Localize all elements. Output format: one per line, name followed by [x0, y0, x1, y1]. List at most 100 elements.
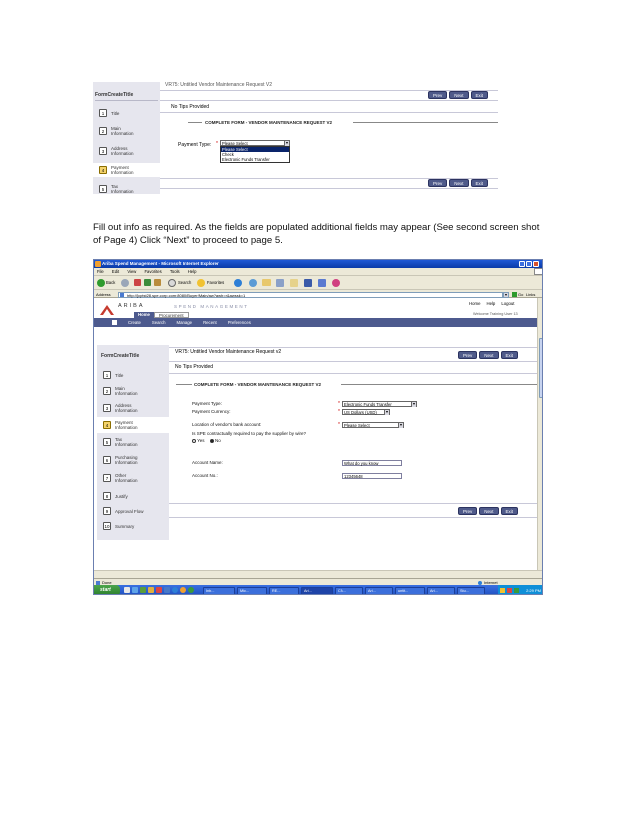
payment-type-dropdown[interactable]: Electronic Funds Transfer ▼ [342, 401, 417, 407]
history-icon[interactable] [249, 279, 257, 287]
task-button[interactable]: Ari... [427, 586, 455, 594]
step-payment-information[interactable]: 4 Payment Information [99, 165, 145, 175]
chevron-down-icon[interactable]: ▼ [411, 402, 416, 407]
menu-favorites[interactable]: Favorites [145, 269, 162, 274]
step-tax-information[interactable]: 5 Tax Information [103, 437, 145, 447]
step-purchasing-information[interactable]: 6 Purchasing Information [103, 455, 149, 465]
menu-view[interactable]: View [127, 269, 136, 274]
prev-button[interactable]: Prev [428, 179, 448, 187]
tray-icon[interactable] [507, 588, 512, 593]
account-name-input[interactable]: What do you know [342, 460, 402, 466]
menu-file[interactable]: File [97, 269, 104, 274]
task-button[interactable]: RE... [269, 586, 299, 594]
menu-edit[interactable]: Edit [112, 269, 119, 274]
step-title[interactable]: 1 Title [99, 109, 119, 117]
step-title[interactable]: 1 Title [103, 371, 123, 379]
quicklaunch-icon[interactable] [124, 587, 130, 593]
print-icon[interactable] [276, 279, 284, 287]
back-arrow-icon[interactable] [97, 279, 105, 287]
scrollbar-thumb[interactable] [539, 338, 542, 398]
stop-icon[interactable] [134, 279, 141, 286]
links-button[interactable]: Links [526, 291, 535, 298]
task-button[interactable]: Cl\... [335, 586, 363, 594]
quicklaunch-icon[interactable] [148, 587, 154, 593]
quicklaunch-icon[interactable] [164, 587, 170, 593]
dashboard-icon[interactable] [112, 320, 117, 325]
discuss-icon[interactable] [304, 279, 312, 287]
messenger-icon[interactable] [318, 279, 326, 287]
minimize-icon[interactable] [519, 261, 525, 267]
step-main-information[interactable]: 2 Main Information [103, 386, 147, 396]
nav-search[interactable]: Search [152, 318, 166, 327]
favorites-label[interactable]: Favorites [207, 280, 224, 286]
next-button[interactable]: Next [479, 507, 499, 515]
next-button[interactable]: Next [479, 351, 499, 359]
home-icon[interactable] [154, 279, 161, 286]
address-dropdown-icon[interactable]: ▼ [503, 291, 509, 298]
help-link[interactable]: Help [486, 301, 495, 306]
task-button[interactable]: Inb... [203, 586, 235, 594]
quicklaunch-icon[interactable] [188, 587, 194, 593]
nav-manage[interactable]: Manage [177, 318, 193, 327]
next-button[interactable]: Next [449, 91, 469, 99]
search-icon[interactable] [168, 279, 176, 287]
nav-create[interactable]: Create [128, 318, 141, 327]
exit-button[interactable]: Exit [470, 91, 489, 99]
quicklaunch-icon[interactable] [156, 587, 162, 593]
chevron-down-icon[interactable]: ▼ [384, 410, 389, 415]
start-button[interactable]: start [94, 585, 120, 594]
chevron-down-icon[interactable]: ▼ [398, 423, 403, 428]
task-button[interactable]: Stu... [457, 586, 485, 594]
back-label[interactable]: Back [106, 280, 115, 286]
wire-yes-radio[interactable] [192, 438, 196, 443]
prev-button[interactable]: Prev [458, 351, 478, 359]
account-no-input[interactable]: 12345648 [342, 473, 402, 479]
tray-icon[interactable] [500, 588, 505, 593]
menu-tools[interactable]: Tools [170, 269, 180, 274]
exit-button[interactable]: Exit [470, 179, 489, 187]
bank-location-dropdown[interactable]: Please Select ▼ [342, 422, 404, 428]
logout-link[interactable]: Logout [501, 301, 514, 306]
exit-button[interactable]: Exit [500, 507, 519, 515]
step-address-information[interactable]: 3 Address Information [99, 146, 145, 156]
forward-arrow-icon[interactable] [121, 279, 129, 287]
task-button[interactable]: Mic... [237, 586, 267, 594]
address-input[interactable]: http://[cptst28.spe.corp.com:8080/Buyer/… [118, 291, 503, 298]
home-link[interactable]: Home [469, 301, 480, 306]
payment-currency-dropdown[interactable]: US Dollars (USD) ▼ [342, 409, 390, 415]
dropdown-option[interactable]: Electronic Funds Transfer [221, 157, 289, 162]
mail-icon[interactable] [262, 279, 271, 286]
next-button[interactable]: Next [449, 179, 469, 187]
step-summary[interactable]: 10 Summary [103, 522, 134, 530]
task-button[interactable]: Ari... [365, 586, 393, 594]
step-tax-information[interactable]: 5 Tax Information [99, 184, 141, 194]
nav-recent[interactable]: Recent [203, 318, 217, 327]
close-icon[interactable] [533, 261, 539, 267]
tray-icon[interactable] [514, 588, 519, 593]
prev-button[interactable]: Prev [458, 507, 478, 515]
nav-preferences[interactable]: Preferences [228, 318, 251, 327]
task-button[interactable]: untit... [395, 586, 425, 594]
horizontal-scrollbar[interactable] [94, 570, 542, 578]
step-other-information[interactable]: 7 Other Information [103, 473, 145, 483]
exit-button[interactable]: Exit [500, 351, 519, 359]
quicklaunch-icon[interactable] [140, 587, 146, 593]
favorites-star-icon[interactable] [197, 279, 205, 287]
maximize-icon[interactable] [526, 261, 532, 267]
task-button-active[interactable]: Ari... [301, 586, 333, 594]
prev-button[interactable]: Prev [428, 91, 448, 99]
search-label[interactable]: Search [178, 280, 191, 286]
menu-help[interactable]: Help [188, 269, 197, 274]
step-address-information[interactable]: 3 Address Information [103, 403, 149, 413]
quicklaunch-icon[interactable] [132, 587, 138, 593]
step-payment-information[interactable]: 4 Payment Information [103, 420, 149, 430]
step-approval-flow[interactable]: 9 Approval Flow [103, 507, 144, 515]
refresh-icon[interactable] [144, 279, 151, 286]
step-main-information[interactable]: 2 Main Information [99, 126, 143, 136]
plugin-icon[interactable] [332, 279, 340, 287]
quicklaunch-icon[interactable] [180, 587, 186, 593]
media-icon[interactable] [234, 279, 242, 287]
wire-no-radio[interactable] [209, 438, 214, 443]
edit-icon[interactable] [290, 279, 298, 287]
quicklaunch-icon[interactable] [172, 587, 178, 593]
